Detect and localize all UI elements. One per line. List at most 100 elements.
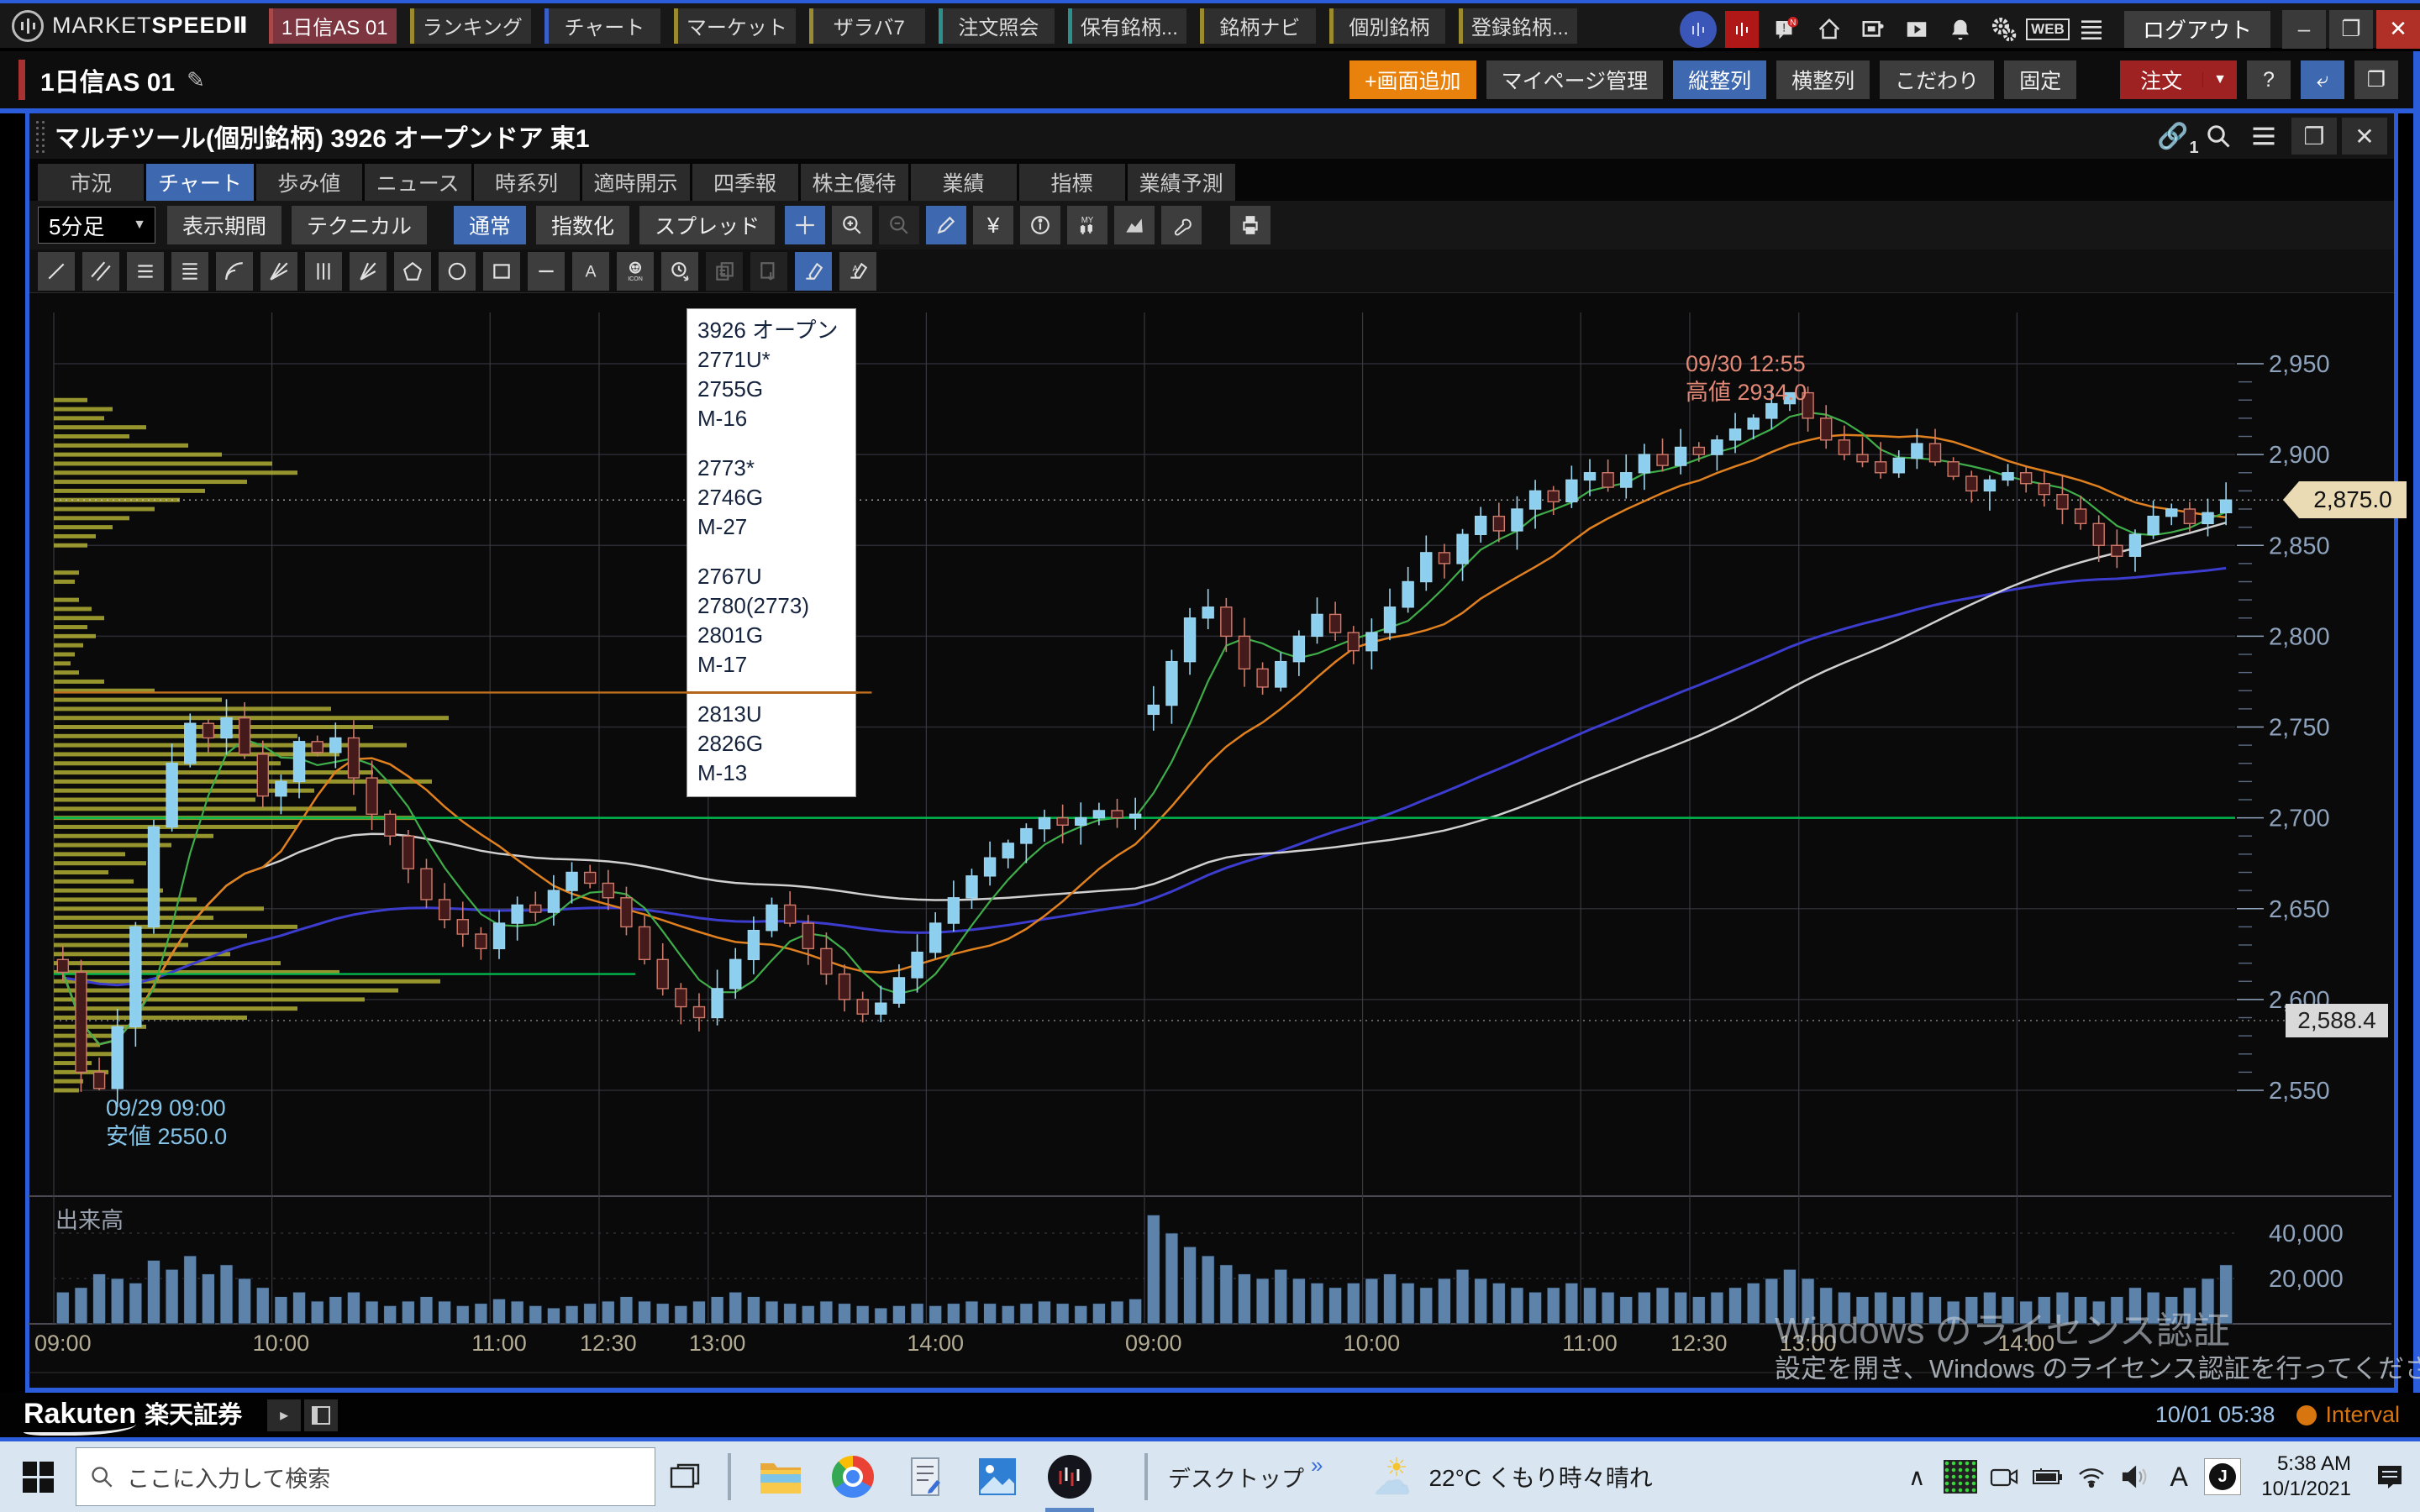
hline-icon[interactable] xyxy=(528,252,565,291)
eraser-icon[interactable] xyxy=(795,252,832,291)
top-tab[interactable]: 登録銘柄... xyxy=(1459,8,1577,44)
web-icon[interactable]: WEB xyxy=(2028,10,2067,49)
yen-icon[interactable]: ¥ xyxy=(973,206,1013,244)
top-tab[interactable]: マーケット xyxy=(674,8,796,44)
zoom-in-icon[interactable] xyxy=(832,206,872,244)
eraser-all-icon[interactable]: A xyxy=(839,252,876,291)
drag-icon[interactable] xyxy=(750,252,787,291)
tab-四季報[interactable]: 四季報 xyxy=(692,164,798,201)
workspace-name[interactable]: 1日信AS 01 ✎ xyxy=(18,60,205,100)
window-title-bar[interactable]: マルチツール(個別銘柄) 3926 オープンドア 東1 🔗1 ❐ ✕ xyxy=(29,113,2394,159)
home-icon[interactable] xyxy=(1810,10,1849,49)
mode-button[interactable]: 通常 xyxy=(454,206,526,244)
crosshair-icon[interactable] xyxy=(785,206,825,244)
order-button[interactable]: 注文 ▼ xyxy=(2120,60,2237,99)
tab-株主優待[interactable]: 株主優待 xyxy=(801,164,908,201)
period-dropdown[interactable]: 5分足 ▼ xyxy=(38,207,155,244)
weather-widget[interactable]: ☀☁ 22°C くもり時々晴れ xyxy=(1373,1457,1652,1497)
chevron-expand-icon[interactable]: » xyxy=(1311,1452,1323,1478)
link-group-icon[interactable]: 🔗1 xyxy=(2150,118,2196,155)
restore-window-icon[interactable]: ❐ xyxy=(2291,118,2337,155)
top-tab[interactable]: 保有銘柄... xyxy=(1068,8,1186,44)
pencil-icon[interactable] xyxy=(926,206,966,244)
info-icon[interactable] xyxy=(1020,206,1060,244)
settings-gears-icon[interactable] xyxy=(1985,10,2023,49)
task-view-icon[interactable] xyxy=(655,1441,714,1512)
new-window-button[interactable]: ❐ xyxy=(2354,60,2398,99)
minimize-button[interactable]: – xyxy=(2282,10,2326,49)
text-icon[interactable]: A xyxy=(572,252,609,291)
drag-grip-icon[interactable] xyxy=(34,119,46,153)
area-icon[interactable] xyxy=(1114,206,1155,244)
fan-lines-icon[interactable] xyxy=(260,252,297,291)
edit-pencil-icon[interactable]: ✎ xyxy=(187,67,205,93)
tab-業績予測[interactable]: 業績予測 xyxy=(1128,164,1235,201)
toolbar-button[interactable]: 縦整列 xyxy=(1673,60,1766,99)
mode-button[interactable]: スプレッド xyxy=(639,206,775,244)
logout-button[interactable]: ログアウト xyxy=(2124,11,2270,48)
vlines-icon[interactable] xyxy=(305,252,342,291)
toolbar-button[interactable]: +画面追加 xyxy=(1349,60,1476,99)
top-tab[interactable]: 1日信AS 01 xyxy=(269,8,397,44)
tab-市況[interactable]: 市況 xyxy=(38,164,144,201)
wrench-icon[interactable] xyxy=(1161,206,1202,244)
toolbar-button[interactable]: マイページ管理 xyxy=(1486,60,1664,99)
bell-icon[interactable] xyxy=(1941,10,1980,49)
chrome-icon[interactable] xyxy=(817,1441,889,1512)
start-button[interactable] xyxy=(0,1441,76,1512)
taskbar-clock[interactable]: 5:38 AM 10/1/2021 xyxy=(2261,1452,2351,1502)
chart-canvas[interactable]: 2,9502,9002,8502,8002,7502,7002,6502,600… xyxy=(29,299,2391,1388)
tab-業績[interactable]: 業績 xyxy=(911,164,1017,201)
alert-badge-icon[interactable]: !N xyxy=(1766,10,1805,49)
photos-icon[interactable] xyxy=(961,1441,1034,1512)
tab-ニュース[interactable]: ニュース xyxy=(365,164,471,201)
tab-適時開示[interactable]: 適時開示 xyxy=(582,164,690,201)
app-chart-blue-icon[interactable] xyxy=(1679,10,1718,49)
hlines4-icon[interactable] xyxy=(171,252,208,291)
tab-チャート[interactable]: チャート xyxy=(146,164,254,201)
stamp-icon[interactable]: ICON xyxy=(617,252,654,291)
menu-icon[interactable] xyxy=(2241,118,2286,155)
marketspeed-taskbar-icon[interactable] xyxy=(1034,1441,1106,1512)
desktop-toolbar-label[interactable]: デスクトップ xyxy=(1168,1461,1304,1494)
toolbar-button[interactable]: 横整列 xyxy=(1776,60,1870,99)
app-chart-red-icon[interactable] xyxy=(1723,10,1761,49)
chart-toolbar-button[interactable]: 表示期間 xyxy=(167,206,281,244)
tray-app-icon[interactable] xyxy=(1939,1441,1982,1512)
copy-icon[interactable] xyxy=(706,252,743,291)
help-button[interactable]: ? xyxy=(2247,60,2291,99)
search-input[interactable]: ここに入力して検索 xyxy=(76,1447,655,1506)
file-explorer-icon[interactable] xyxy=(744,1441,817,1512)
fib-arc-icon[interactable] xyxy=(216,252,253,291)
close-window-icon[interactable]: ✕ xyxy=(2342,118,2387,155)
ellipse-icon[interactable] xyxy=(439,252,476,291)
battery-icon[interactable] xyxy=(2026,1441,2070,1512)
restore-button[interactable]: ❐ xyxy=(2329,10,2373,49)
top-tab[interactable]: チャート xyxy=(544,8,660,44)
top-tab[interactable]: 注文照会 xyxy=(939,8,1055,44)
tab-指標[interactable]: 指標 xyxy=(1019,164,1125,201)
search-icon[interactable] xyxy=(2196,118,2241,155)
hlines3-icon[interactable] xyxy=(127,252,164,291)
notepad-icon[interactable] xyxy=(889,1441,961,1512)
tray-expand-icon[interactable]: ∧ xyxy=(1895,1441,1939,1512)
speaker-icon[interactable] xyxy=(2113,1441,2157,1512)
tab-歩み値[interactable]: 歩み値 xyxy=(256,164,362,201)
play-icon[interactable]: ▸ xyxy=(267,1399,301,1431)
printer-icon[interactable] xyxy=(1230,206,1270,244)
top-tab[interactable]: 個別銘柄 xyxy=(1329,8,1445,44)
top-tab[interactable]: ザラバ7 xyxy=(809,8,925,44)
clock-icon[interactable] xyxy=(661,252,698,291)
angle-lines-icon[interactable] xyxy=(350,252,387,291)
ime-indicator[interactable]: A xyxy=(2157,1441,2201,1512)
tab-時系列[interactable]: 時系列 xyxy=(474,164,580,201)
my-candle-icon[interactable]: MY xyxy=(1067,206,1107,244)
add-window-icon[interactable] xyxy=(1854,10,1892,49)
camera-icon[interactable] xyxy=(1982,1441,2026,1512)
toolbar-button[interactable]: こだわり xyxy=(1880,60,1994,99)
pentagon-icon[interactable] xyxy=(394,252,431,291)
media-icon[interactable] xyxy=(1897,10,1936,49)
wifi-icon[interactable] xyxy=(2070,1441,2113,1512)
zoom-out-icon[interactable] xyxy=(879,206,919,244)
toolbar-button[interactable]: 固定 xyxy=(2004,60,2076,99)
